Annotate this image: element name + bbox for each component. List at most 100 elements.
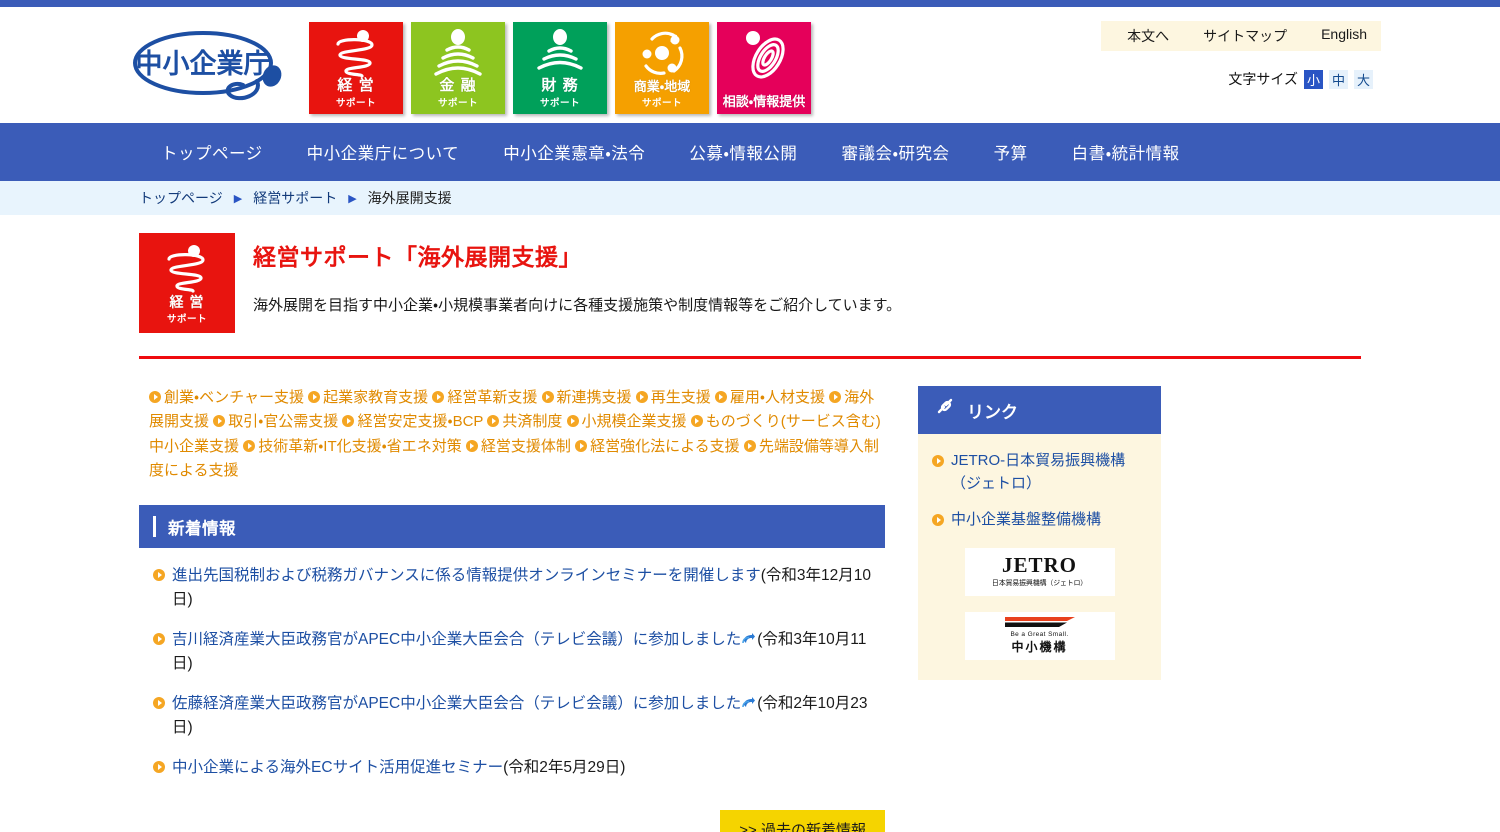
news-item-link[interactable]: 進出先国税制および税務ガバナンスに係る情報提供オンラインセミナーを開催します bbox=[172, 567, 761, 584]
chain-link-icon bbox=[933, 397, 957, 424]
category-link[interactable]: 経営安定支援・BCP bbox=[342, 413, 483, 430]
news-item-link[interactable]: 佐藤経済産業大臣政務官がAPEC中小企業大臣会合（テレビ会議）に参加しました bbox=[172, 695, 741, 712]
category-link[interactable]: 起業家教育支援 bbox=[308, 389, 428, 406]
ellipse-icon bbox=[717, 28, 811, 80]
arrow-bullet-icon bbox=[149, 391, 161, 403]
breadcrumb-item-top[interactable]: トップページ bbox=[139, 188, 223, 208]
section-accent-bar bbox=[153, 516, 156, 538]
support-button-label: 財 務 bbox=[541, 77, 579, 95]
category-link[interactable]: 再生支援 bbox=[635, 389, 711, 406]
category-link-label: 経営強化法による支援 bbox=[590, 437, 740, 455]
category-link[interactable]: 経営革新支援 bbox=[432, 389, 537, 406]
nav-item-hakusho[interactable]: 白書・統計情報 bbox=[1050, 140, 1202, 164]
main-column: 創業・ベンチャー支援 起業家教育支援 経営革新支援 新連携支援 再生支援 雇用・… bbox=[139, 386, 885, 832]
breadcrumb-item-keiei-support[interactable]: 経営サポート bbox=[253, 188, 337, 208]
news-item: 進出先国税制および税務ガバナンスに係る情報提供オンラインセミナーを開催します(令… bbox=[139, 548, 885, 612]
support-button-shogyo[interactable]: 商業・地域 サポート bbox=[615, 22, 709, 114]
arrow-bullet-icon bbox=[575, 439, 588, 452]
category-link-label: 起業家教育支援 bbox=[323, 389, 429, 406]
support-button-zaimu[interactable]: 財 務 サポート bbox=[513, 22, 607, 114]
person-waves-icon bbox=[513, 28, 607, 80]
nav-item-about[interactable]: 中小企業庁について bbox=[285, 140, 482, 164]
sidebar-link-jetro[interactable]: JETRO-日本貿易振興機構（ジェトロ） bbox=[932, 450, 1147, 495]
category-link-label: 創業・ベンチャー支援 bbox=[164, 389, 304, 406]
sidebar-link-label[interactable]: 中小企業基盤整備機構 bbox=[951, 509, 1101, 532]
breadcrumb-separator-icon: ▶ bbox=[348, 192, 357, 205]
arrow-bullet-icon bbox=[342, 415, 355, 428]
page-title: 経営サポート「海外展開支援」 bbox=[253, 244, 582, 270]
arrow-bullet-icon bbox=[465, 439, 478, 452]
arrow-bullet-icon bbox=[714, 391, 727, 403]
arrow-bullet-icon bbox=[243, 439, 256, 452]
news-heading: 新着情報 bbox=[168, 519, 236, 538]
page-content: 経 営 サポート 経営サポート「海外展開支援」 海外展開を目指す中小企業・小規模… bbox=[119, 215, 1381, 832]
category-link[interactable]: 経営強化法による支援 bbox=[575, 438, 740, 455]
breadcrumb-bar: トップページ ▶ 経営サポート ▶ 海外展開支援 bbox=[0, 181, 1500, 215]
arrow-bullet-icon bbox=[541, 391, 554, 403]
site-logo[interactable]: 中小企業庁 bbox=[127, 25, 295, 105]
category-link[interactable]: 小規模企業支援 bbox=[566, 413, 687, 431]
arrow-bullet-icon bbox=[153, 633, 165, 646]
nav-item-charter[interactable]: 中小企業憲章・法令 bbox=[481, 140, 667, 164]
category-link[interactable]: 経営支援体制 bbox=[465, 437, 571, 455]
sidebar-header: リンク bbox=[918, 386, 1161, 434]
arrow-bullet-icon bbox=[829, 391, 842, 403]
news-section-header: 新着情報 bbox=[139, 505, 885, 549]
page-title-block: 経 営 サポート 経営サポート「海外展開支援」 海外展開を目指す中小企業・小規模… bbox=[139, 215, 1361, 333]
utility-link-english[interactable]: English bbox=[1321, 26, 1367, 46]
jetro-banner[interactable]: JETRO 日本貿易振興機構（ジェトロ） bbox=[964, 547, 1115, 596]
site-header: 中小企業庁 経 営 サポート 金 融 サポート 財 務 サポート 商業・地域 サ… bbox=[0, 7, 1500, 123]
arrow-bullet-icon bbox=[635, 391, 648, 403]
kiko-banner-title: 中小機構 bbox=[1011, 640, 1068, 654]
font-size-control: 文字サイズ 小 中 大 bbox=[1228, 69, 1373, 89]
category-link[interactable]: 雇用・人材支援 bbox=[714, 389, 825, 406]
news-list: 進出先国税制および税務ガバナンスに係る情報提供オンラインセミナーを開催します (令… bbox=[139, 548, 885, 780]
category-link[interactable]: 共済制度 bbox=[487, 413, 562, 430]
top-accent-strip bbox=[0, 0, 1500, 7]
orbit-icon bbox=[615, 28, 709, 80]
breadcrumb: トップページ ▶ 経営サポート ▶ 海外展開支援 bbox=[119, 181, 1381, 215]
global-navigation: トップページ 中小企業庁について 中小企業憲章・法令 公募・情報公開 審議会・研… bbox=[0, 123, 1500, 181]
nav-item-shingikai[interactable]: 審議会・研究会 bbox=[819, 140, 971, 164]
arrow-bullet-icon bbox=[153, 697, 165, 710]
jetro-banner-subtitle: 日本貿易振興機構（ジェトロ） bbox=[991, 580, 1088, 587]
nav-item-top[interactable]: トップページ bbox=[139, 140, 285, 164]
font-size-small-button[interactable]: 小 bbox=[1304, 69, 1323, 89]
category-link-label: 経営支援体制 bbox=[480, 437, 571, 455]
utility-link-sitemap[interactable]: サイトマップ bbox=[1203, 26, 1287, 46]
nav-item-koubo[interactable]: 公募・情報公開 bbox=[667, 140, 819, 164]
kiko-banner-tagline: Be a Great Small. bbox=[1010, 631, 1069, 638]
svg-text:中小企業庁: 中小企業庁 bbox=[136, 49, 271, 79]
category-link[interactable]: 新連携支援 bbox=[541, 389, 632, 406]
external-link-icon bbox=[742, 630, 756, 644]
category-link[interactable]: 技術革新・IT化支援・省エネ対策 bbox=[243, 438, 462, 455]
arrow-bullet-icon bbox=[153, 761, 165, 774]
support-button-label: 金 融 bbox=[439, 77, 477, 95]
font-size-large-button[interactable]: 大 bbox=[1354, 69, 1373, 89]
arrow-bullet-icon bbox=[932, 514, 944, 526]
support-button-kinyu[interactable]: 金 融 サポート bbox=[411, 22, 505, 114]
category-link[interactable]: 創業・ベンチャー支援 bbox=[149, 389, 304, 406]
support-button-keiei[interactable]: 経 営 サポート bbox=[309, 22, 403, 114]
arrow-bullet-icon bbox=[487, 415, 500, 428]
category-link-list: 創業・ベンチャー支援 起業家教育支援 経営革新支援 新連携支援 再生支援 雇用・… bbox=[139, 386, 885, 483]
support-button-sodan[interactable]: 相談・情報提供 bbox=[717, 22, 811, 114]
arrow-bullet-icon bbox=[566, 415, 579, 428]
nav-item-budget[interactable]: 予算 bbox=[972, 140, 1050, 164]
past-news-button[interactable]: >> 過去の新着情報 bbox=[720, 810, 885, 832]
utility-link-honbun[interactable]: 本文へ bbox=[1127, 26, 1169, 46]
sidebar-link-smrj[interactable]: 中小企業基盤整備機構 bbox=[932, 509, 1147, 532]
sidebar-link-label[interactable]: JETRO-日本貿易振興機構（ジェトロ） bbox=[951, 450, 1147, 495]
font-size-medium-button[interactable]: 中 bbox=[1329, 69, 1348, 89]
category-link[interactable]: 取引・官公需支援 bbox=[213, 413, 338, 430]
arrow-bullet-icon bbox=[932, 455, 944, 467]
arrow-bullet-icon bbox=[213, 415, 226, 428]
category-link-label: 小規模企業支援 bbox=[581, 413, 687, 431]
sidebar: リンク JETRO-日本貿易振興機構（ジェトロ） 中小企業基盤整備機構 JETR… bbox=[918, 386, 1161, 832]
chusho-kiko-banner[interactable]: Be a Great Small. 中小機構 bbox=[964, 611, 1115, 660]
category-link-label: 取引・官公需支援 bbox=[228, 413, 339, 431]
news-item: 佐藤経済産業大臣政務官がAPEC中小企業大臣会合（テレビ会議）に参加しました (令… bbox=[139, 676, 885, 740]
news-item-link[interactable]: 吉川経済産業大臣政務官がAPEC中小企業大臣会合（テレビ会議）に参加しました bbox=[172, 631, 741, 648]
arrow-bullet-icon bbox=[308, 391, 321, 403]
news-item-link[interactable]: 中小企業による海外ECサイト活用促進セミナー bbox=[172, 759, 503, 776]
